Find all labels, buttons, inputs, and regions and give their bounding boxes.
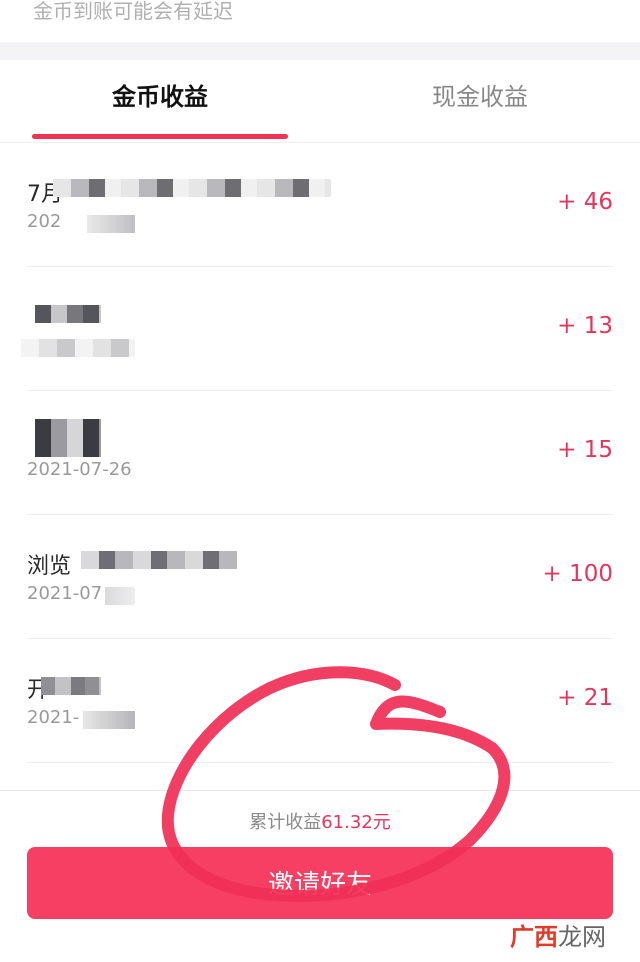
redacted-title <box>81 551 237 569</box>
total-income-amount: 61.32元 <box>321 812 391 833</box>
list-item[interactable]: 开 2021- + 21 <box>27 639 613 763</box>
tab-coin-income[interactable]: 金币收益 <box>0 82 320 112</box>
redacted-title <box>35 419 101 457</box>
redacted-date <box>105 587 135 605</box>
item-amount: + 21 <box>557 685 613 711</box>
invite-friends-button[interactable]: 邀请好友 <box>27 847 613 919</box>
footer-divider <box>0 790 640 791</box>
list-item[interactable]: 浏览 2021-07 + 100 <box>27 515 613 639</box>
notice-text: 金币到账可能会有延迟 <box>33 0 233 23</box>
item-amount: + 100 <box>542 561 613 587</box>
redacted-title <box>35 305 101 323</box>
active-tab-indicator <box>32 134 288 139</box>
list-item[interactable]: 7月 202 + 46 <box>27 143 613 267</box>
item-date: 2021- <box>27 707 80 728</box>
total-income: 累计收益61.32元 <box>0 808 640 834</box>
redacted-title <box>53 179 331 197</box>
redacted-date <box>83 711 135 729</box>
redacted-title <box>41 677 101 695</box>
item-amount: + 15 <box>557 437 613 463</box>
item-date: 2021-07-26 <box>27 459 132 480</box>
list-item[interactable]: 2021-07-26 + 15 <box>27 391 613 515</box>
notice-bar: 金币到账可能会有延迟 <box>0 0 640 42</box>
item-title: 浏览 <box>27 554 72 579</box>
total-income-label: 累计收益 <box>249 812 322 833</box>
list-item[interactable]: + 13 <box>21 267 613 391</box>
item-date: 202 <box>27 211 62 232</box>
tab-bar: 金币收益 现金收益 <box>0 60 640 143</box>
item-amount: + 46 <box>557 189 613 215</box>
item-amount: + 13 <box>557 313 613 339</box>
section-gap <box>0 42 640 60</box>
tab-cash-income[interactable]: 现金收益 <box>320 82 640 112</box>
watermark-logo: 广西龙网 <box>510 923 606 951</box>
redacted-date <box>21 339 135 357</box>
item-date: 2021-07 <box>27 583 103 604</box>
redacted-date <box>87 215 135 233</box>
income-list: 7月 202 + 46 + 13 2021-07-26 + 15 浏览 2021… <box>0 143 640 763</box>
